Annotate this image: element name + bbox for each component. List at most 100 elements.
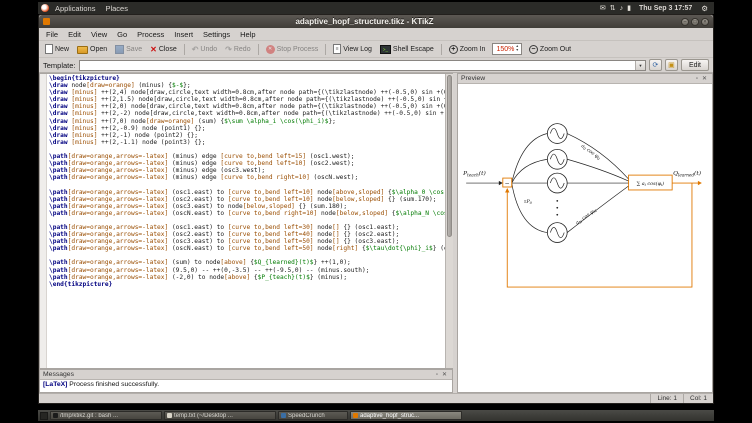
- shell-icon: >_: [380, 45, 391, 54]
- menu-bar: FileEditViewGoProcessInsertSettingsHelp: [39, 28, 713, 40]
- taskbar-item[interactable]: SpeedCrunch: [278, 411, 348, 420]
- code-line: \path[draw=orange,arrows=-latex] (osc1.e…: [49, 189, 445, 196]
- close-window-button[interactable]: ×: [701, 18, 709, 26]
- save-icon: [115, 45, 124, 54]
- code-line: \draw [minus] ++(2,-1.1) node (point3) {…: [49, 139, 445, 146]
- menu-settings[interactable]: Settings: [198, 30, 235, 39]
- preview-title: Preview: [461, 75, 694, 82]
- maximize-button[interactable]: □: [691, 18, 699, 26]
- code-line: \path[draw=orange,arrows=-latex] (osc3.e…: [49, 238, 445, 245]
- template-combo[interactable]: ▼: [79, 60, 646, 71]
- zoomin-button[interactable]: +Zoom In: [446, 44, 489, 55]
- tikz-preview-figure: − ∑ ai cos(φi) Pteach(t) Qlear: [458, 84, 712, 392]
- output-label: Qlearned(t): [673, 170, 702, 177]
- code-line: [49, 181, 445, 188]
- menu-go[interactable]: Go: [112, 30, 132, 39]
- clock[interactable]: Thu Sep 3 17:57: [635, 5, 696, 12]
- messages-body: [LaTeX] Process finished successfully.: [40, 380, 452, 392]
- menu-process[interactable]: Process: [132, 30, 169, 39]
- code-line: \path[draw=orange,arrows=-latex] (-2,0) …: [49, 274, 445, 281]
- code-line: \draw [minus] ++(7,0) node[draw=orange] …: [49, 118, 445, 125]
- taskbar-item-label: SpeedCrunch: [288, 413, 325, 419]
- toolbar-button-label: Open: [90, 46, 107, 53]
- zoomout-button[interactable]: −Zoom Out: [526, 44, 574, 55]
- toolbar-button-label: Close: [159, 46, 177, 53]
- mail-indicator-icon[interactable]: ✉: [598, 4, 608, 12]
- top-panel: Applications Places ✉⇅♪▮ Thu Sep 3 17:57…: [38, 2, 714, 14]
- viewlog-button[interactable]: ≡View Log: [330, 43, 375, 55]
- input-label: Pteach(t): [462, 170, 486, 177]
- message-prefix: [LaTeX]: [43, 381, 67, 388]
- zoom-level-combo[interactable]: 150%▲▼: [492, 43, 521, 55]
- applications-menu[interactable]: Applications: [51, 4, 99, 13]
- toolbar-button-label: Zoom In: [460, 46, 486, 53]
- preview-header: Preview ▫ ✕: [458, 74, 712, 84]
- template-edit-button[interactable]: Edit: [681, 59, 709, 71]
- toolbar-separator: [258, 44, 259, 55]
- taskbar-item[interactable]: adaptive_hopf_struc...: [350, 411, 462, 420]
- battery-icon[interactable]: ▮: [625, 4, 633, 12]
- status-col: Col: 1: [683, 394, 713, 403]
- spin-down-icon[interactable]: ▼: [515, 49, 518, 53]
- toolbar-button-label: Save: [126, 46, 142, 53]
- reload-icon: ⟳: [653, 61, 659, 69]
- sum-label: ∑ ai cos(φi): [637, 180, 665, 187]
- taskbar-item[interactable]: temp.txt (~/Desktop ...: [164, 411, 276, 420]
- ellipsis-dots: [556, 200, 558, 216]
- volume-icon[interactable]: ♪: [618, 5, 626, 12]
- template-bar: Template: ▼ ⟳ ▣ Edit: [39, 57, 713, 72]
- show-desktop-icon[interactable]: [40, 412, 48, 420]
- code-line: [49, 146, 445, 153]
- shell-button[interactable]: >_Shell Escape: [377, 44, 437, 55]
- editor-scrollbar[interactable]: [445, 74, 453, 368]
- template-reload-button[interactable]: ⟳: [649, 59, 662, 71]
- session-power-icon[interactable]: ⚙: [698, 4, 711, 13]
- network-icon[interactable]: ⇅: [608, 4, 618, 12]
- code-line: \path[draw=orange,arrows=-latex] (oscN.e…: [49, 210, 445, 217]
- new-button[interactable]: New: [42, 43, 72, 55]
- preview-panel: Preview ▫ ✕: [457, 73, 713, 393]
- status-bar: Line: 1 Col: 1: [39, 393, 713, 403]
- code-editor[interactable]: \begin{tikzpicture}\draw node[draw=orang…: [39, 73, 453, 369]
- code-area[interactable]: \begin{tikzpicture}\draw node[draw=orang…: [47, 74, 445, 368]
- output-arrowhead: [698, 181, 702, 185]
- viewlog-icon: ≡: [333, 44, 341, 54]
- zoom-level-value: 150%: [496, 46, 514, 53]
- open-button[interactable]: Open: [74, 43, 110, 55]
- zoom-spinner[interactable]: ▲▼: [514, 45, 519, 53]
- code-line: \draw [minus] ++(2,-0.9) node (point1) {…: [49, 125, 445, 132]
- code-line: \path[draw=orange,arrows=-latex] (minus)…: [49, 160, 445, 167]
- template-folder-button[interactable]: ▣: [665, 59, 678, 71]
- close-panel-icon[interactable]: ✕: [700, 75, 709, 82]
- menu-help[interactable]: Help: [235, 30, 260, 39]
- code-line: \path[draw=orange,arrows=-latex] (oscN.e…: [49, 245, 445, 252]
- places-menu[interactable]: Places: [101, 4, 132, 13]
- code-line: \end{tikzpicture}: [49, 281, 445, 288]
- toolbar-button-label: Shell Escape: [393, 46, 434, 53]
- toolbar-button-label: Stop Process: [277, 46, 319, 53]
- menu-view[interactable]: View: [86, 30, 112, 39]
- zoomin-icon: +: [449, 45, 458, 54]
- code-line: [49, 217, 445, 224]
- menu-edit[interactable]: Edit: [63, 30, 86, 39]
- close-icon: ✕: [150, 45, 157, 54]
- toolbar-separator: [441, 44, 442, 55]
- code-line: \draw [minus] ++(2,-2) node[draw,circle,…: [49, 110, 445, 117]
- taskbar-item[interactable]: /tmp/ktikz.git : bash ...: [50, 411, 162, 420]
- code-line: \path[draw=orange,arrows=-latex] (osc3.e…: [49, 203, 445, 210]
- system-tray: ✉⇅♪▮: [598, 4, 633, 12]
- toolbar-button-label: View Log: [343, 46, 372, 53]
- close-panel-icon[interactable]: ✕: [440, 371, 449, 378]
- code-line: \draw [minus] ++(2,-1) node (point2) {};: [49, 132, 445, 139]
- titlebar[interactable]: adaptive_hopf_structure.tikz - KTikZ – □…: [39, 15, 713, 28]
- editor-scrollbar-thumb[interactable]: [447, 75, 452, 237]
- menu-file[interactable]: File: [41, 30, 63, 39]
- minimize-button[interactable]: –: [681, 18, 689, 26]
- menu-insert[interactable]: Insert: [169, 30, 198, 39]
- ubuntu-logo-icon[interactable]: [41, 4, 49, 12]
- chevron-down-icon[interactable]: ▼: [635, 61, 645, 70]
- close-button[interactable]: ✕Close: [147, 44, 180, 55]
- feedback-loop: [507, 183, 700, 287]
- zoomout-icon: −: [529, 45, 538, 54]
- toolbar-separator: [325, 44, 326, 55]
